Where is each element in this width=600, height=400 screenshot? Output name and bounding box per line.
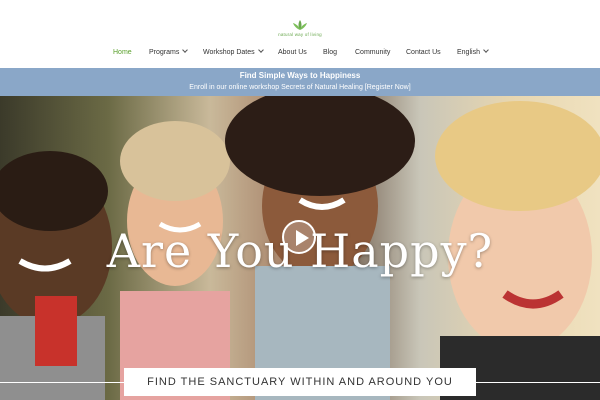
site-header: natural way of living Home Programs Work… [0, 0, 600, 68]
main-nav: Home Programs Workshop Dates About Us Bl… [0, 46, 600, 60]
play-icon [296, 230, 309, 246]
hero-section: Are You Happy? FIND THE SANCTUARY WITHIN… [0, 96, 600, 400]
play-video-button[interactable] [282, 220, 316, 254]
nav-community[interactable]: Community [355, 46, 390, 60]
logo-text: natural way of living [278, 32, 322, 37]
nav-programs[interactable]: Programs [149, 46, 189, 60]
site-logo[interactable]: natural way of living [276, 20, 324, 40]
chevron-down-icon [257, 47, 264, 53]
nav-language-english[interactable]: English [457, 46, 489, 60]
chevron-down-icon [483, 47, 489, 53]
nav-about-us[interactable]: About Us [278, 46, 307, 60]
banner-subtitle[interactable]: Enroll in our online workshop Secrets of… [0, 82, 600, 93]
nav-home[interactable]: Home [113, 46, 132, 60]
nav-blog[interactable]: Blog [323, 46, 337, 60]
nav-contact-us[interactable]: Contact Us [406, 46, 441, 60]
lotus-icon [293, 20, 307, 30]
hero-cta-button[interactable]: FIND THE SANCTUARY WITHIN AND AROUND YOU [124, 368, 476, 396]
nav-workshop-dates[interactable]: Workshop Dates [203, 46, 264, 60]
promo-banner[interactable]: Find Simple Ways to Happiness Enroll in … [0, 68, 600, 96]
chevron-down-icon [182, 47, 189, 53]
banner-title: Find Simple Ways to Happiness [239, 71, 361, 80]
